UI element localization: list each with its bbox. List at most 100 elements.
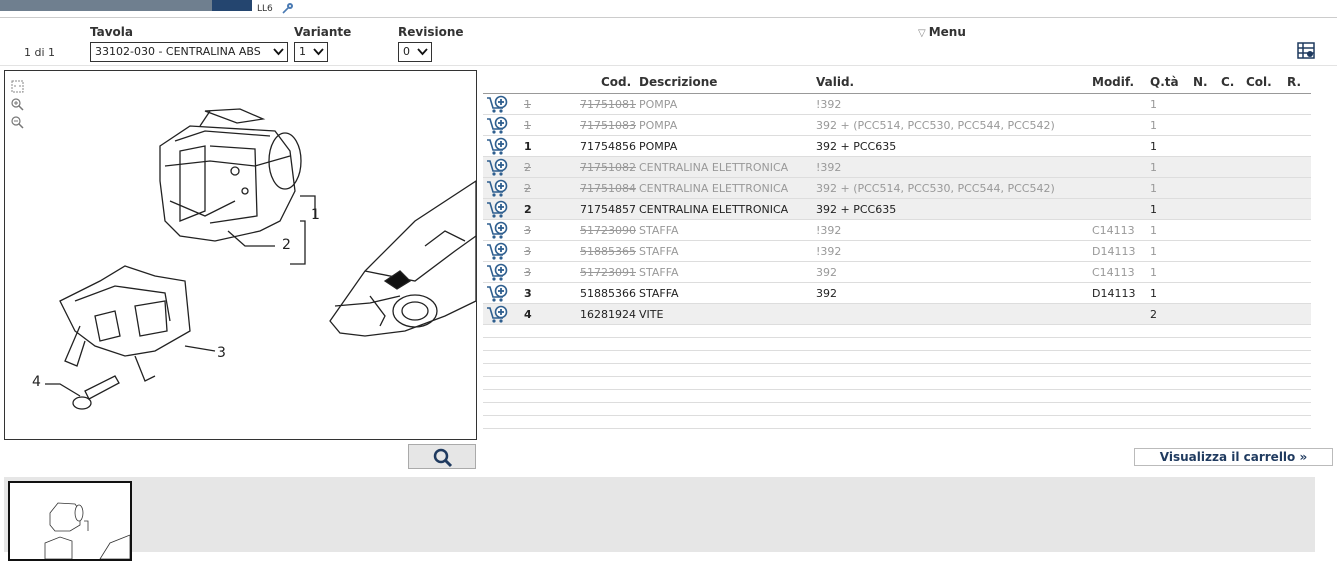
- menu-label: Menu: [928, 25, 966, 39]
- top-tab[interactable]: [0, 0, 214, 11]
- thumbnail-strip: [4, 477, 1315, 561]
- add-to-cart-icon[interactable]: [486, 263, 508, 282]
- variante-select[interactable]: 1: [294, 42, 328, 62]
- cell-cod[interactable]: 71751081: [580, 98, 636, 111]
- exploded-drawing-panel[interactable]: 1 2 3 4: [4, 70, 477, 440]
- col-n[interactable]: N.: [1193, 75, 1208, 89]
- cell-qty: 1: [1150, 119, 1157, 132]
- col-qty[interactable]: Q.tà: [1150, 75, 1179, 89]
- cell-cod[interactable]: 71754856: [580, 140, 636, 153]
- add-to-cart-icon[interactable]: [486, 200, 508, 219]
- add-to-cart-icon[interactable]: [486, 116, 508, 135]
- add-to-cart-icon[interactable]: [486, 137, 508, 156]
- empty-row: [483, 325, 1311, 338]
- top-tab-active[interactable]: [212, 0, 252, 11]
- col-descrizione[interactable]: Descrizione: [639, 75, 717, 89]
- cell-pos: 1: [524, 140, 532, 153]
- cell-qty: 1: [1150, 245, 1157, 258]
- menu-toggle[interactable]: ▽ Menu: [918, 25, 966, 39]
- cell-cod[interactable]: 71754857: [580, 203, 636, 216]
- col-modif[interactable]: Modif.: [1092, 75, 1134, 89]
- cell-cod[interactable]: 71751083: [580, 119, 636, 132]
- cell-cod[interactable]: 71751082: [580, 161, 636, 174]
- empty-row: [483, 416, 1311, 429]
- cell-descrizione: CENTRALINA ELETTRONICA: [639, 161, 789, 174]
- key-icon[interactable]: [282, 2, 294, 14]
- add-to-cart-icon[interactable]: [486, 179, 508, 198]
- table-row[interactable]: 1 71754856 POMPA 392 + PCC635 1: [483, 136, 1311, 157]
- cell-pos: 4: [524, 308, 532, 321]
- chevron-down-icon: [313, 48, 324, 56]
- triangle-down-icon: ▽: [918, 28, 926, 39]
- cell-qty: 1: [1150, 266, 1157, 279]
- view-cart-link[interactable]: Visualizza il carrello »: [1134, 448, 1333, 466]
- settings-list-icon[interactable]: [1297, 42, 1315, 59]
- cell-cod[interactable]: 16281924: [580, 308, 636, 321]
- cell-descrizione: CENTRALINA ELETTRONICA: [639, 182, 789, 195]
- tavola-select[interactable]: 33102-030 - CENTRALINA ABS: [90, 42, 288, 62]
- top-strip: LL6: [0, 0, 1337, 18]
- empty-row: [483, 364, 1311, 377]
- cell-valid: 392 + PCC635: [816, 140, 897, 153]
- empty-row: [483, 351, 1311, 364]
- cell-modif: C14113: [1092, 266, 1135, 279]
- cell-valid: !392: [816, 98, 842, 111]
- table-row[interactable]: 2 71751082 CENTRALINA ELETTRONICA !392 1: [483, 157, 1311, 178]
- cell-valid: 392: [816, 287, 837, 300]
- drawing-thumbnail[interactable]: [8, 481, 132, 561]
- parts-table: Cod. Descrizione Valid. Modif. Q.tà N. C…: [483, 70, 1311, 429]
- cell-pos: 3: [524, 287, 532, 300]
- variante-select-value: 1: [299, 45, 306, 58]
- abs-unit-drawing: [45, 108, 476, 410]
- table-body: 1 71751081 POMPA !392 1 1 71751083 POMPA 392 + (…: [483, 94, 1311, 325]
- col-r[interactable]: R.: [1287, 75, 1301, 89]
- cell-modif: D14113: [1092, 245, 1136, 258]
- cell-qty: 1: [1150, 203, 1157, 216]
- cell-valid: 392 + (PCC514, PCC530, PCC544, PCC542): [816, 182, 1055, 195]
- table-row[interactable]: 3 51885365 STAFFA !392 D14113 1: [483, 241, 1311, 262]
- cell-modif: D14113: [1092, 287, 1136, 300]
- table-row[interactable]: 3 51723090 STAFFA !392 C14113 1: [483, 220, 1311, 241]
- cell-descrizione: STAFFA: [639, 266, 679, 279]
- cell-descrizione: CENTRALINA ELETTRONICA: [639, 203, 789, 216]
- add-to-cart-icon[interactable]: [486, 284, 508, 303]
- table-row[interactable]: 3 51885366 STAFFA 392 D14113 1: [483, 283, 1311, 304]
- catalog-header: Tavola Variante Revisione 1 di 1 33102-0…: [0, 22, 1337, 66]
- col-valid[interactable]: Valid.: [816, 75, 854, 89]
- cell-pos: 2: [524, 203, 532, 216]
- exploded-drawing: 1 2 3 4: [32, 108, 476, 410]
- add-to-cart-icon[interactable]: [486, 95, 508, 114]
- cell-cod[interactable]: 51723090: [580, 224, 636, 237]
- table-row[interactable]: 1 71751081 POMPA !392 1: [483, 94, 1311, 115]
- add-to-cart-icon[interactable]: [486, 221, 508, 240]
- add-to-cart-icon[interactable]: [486, 305, 508, 324]
- cell-pos: 3: [524, 266, 531, 279]
- cell-descrizione: STAFFA: [639, 245, 679, 258]
- table-row[interactable]: 1 71751083 POMPA 392 + (PCC514, PCC530, PCC…: [483, 115, 1311, 136]
- cell-cod[interactable]: 51885366: [580, 287, 636, 300]
- table-row[interactable]: 4 16281924 VITE 2: [483, 304, 1311, 325]
- cell-qty: 1: [1150, 140, 1157, 153]
- table-row[interactable]: 3 51723091 STAFFA 392 C14113 1: [483, 262, 1311, 283]
- cell-cod[interactable]: 51885365: [580, 245, 636, 258]
- chevron-down-icon: [273, 48, 284, 56]
- cell-cod[interactable]: 51723091: [580, 266, 636, 279]
- add-to-cart-icon[interactable]: [486, 158, 508, 177]
- table-row[interactable]: 2 71751084 CENTRALINA ELETTRONICA 392 + (PC…: [483, 178, 1311, 199]
- cell-qty: 1: [1150, 161, 1157, 174]
- col-c[interactable]: C.: [1221, 75, 1234, 89]
- cell-qty: 1: [1150, 182, 1157, 195]
- revisione-select[interactable]: 0: [398, 42, 432, 62]
- chevron-down-icon: [417, 48, 428, 56]
- table-row[interactable]: 2 71754857 CENTRALINA ELETTRONICA 392 + PCC…: [483, 199, 1311, 220]
- cell-descrizione: POMPA: [639, 140, 678, 153]
- col-cod[interactable]: Cod.: [601, 75, 631, 89]
- add-to-cart-icon[interactable]: [486, 242, 508, 261]
- callout-3: 3: [217, 345, 226, 361]
- cell-valid: 392 + (PCC514, PCC530, PCC544, PCC542): [816, 119, 1055, 132]
- cell-cod[interactable]: 71751084: [580, 182, 636, 195]
- cell-descrizione: VITE: [639, 308, 664, 321]
- col-col[interactable]: Col.: [1246, 75, 1272, 89]
- search-button[interactable]: [408, 444, 476, 469]
- cell-qty: 1: [1150, 287, 1157, 300]
